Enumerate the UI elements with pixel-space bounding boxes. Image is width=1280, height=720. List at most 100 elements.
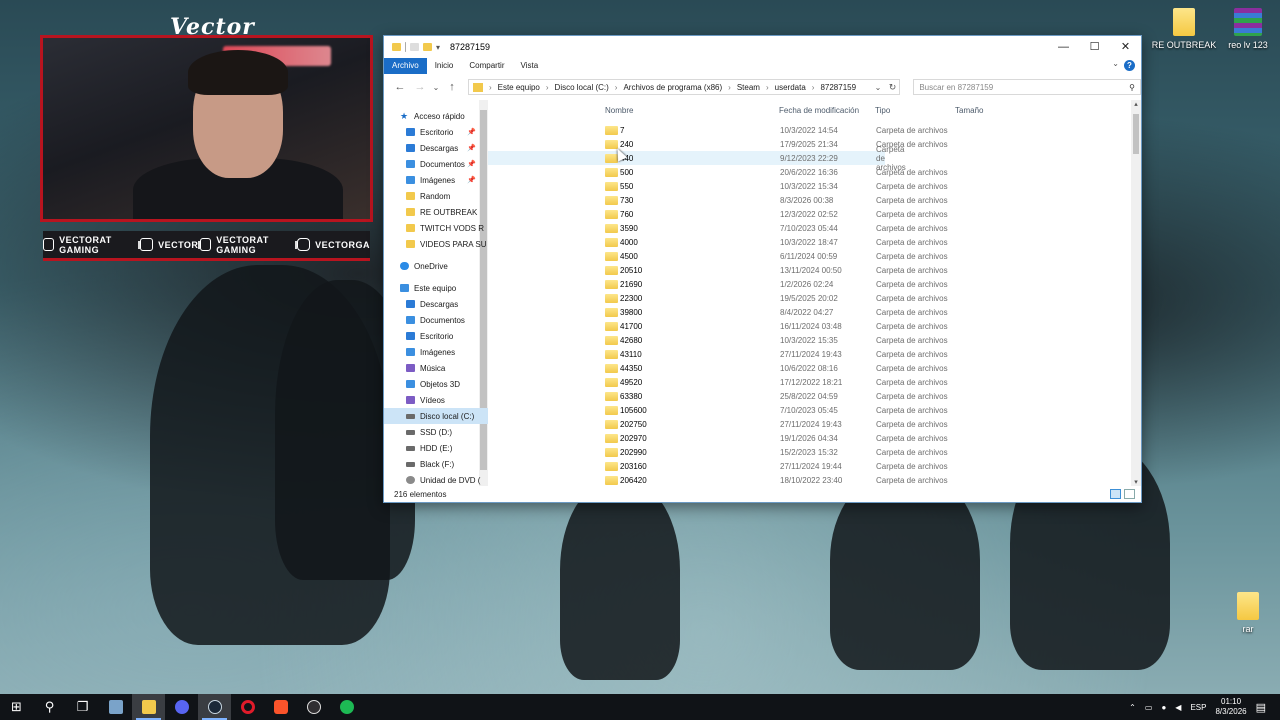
nav-item[interactable]: HDD (E:) <box>384 440 488 456</box>
table-row[interactable]: 43110 27/11/2024 19:43 Carpeta de archivos <box>488 347 1141 361</box>
scroll-down-icon[interactable]: ▾ <box>1131 478 1141 486</box>
table-row[interactable]: 4500 6/11/2024 00:59 Carpeta de archivos <box>488 249 1141 263</box>
task-view-icon[interactable]: ❐ <box>66 694 99 720</box>
start-icon[interactable]: ⊞ <box>0 694 33 720</box>
desktop-icon-re-outbreak[interactable]: RE OUTBREAK <box>1149 8 1219 50</box>
nav-item[interactable]: Disco local (C:) <box>384 408 488 424</box>
file-explorer-icon[interactable] <box>132 694 165 720</box>
obs-icon[interactable] <box>297 694 330 720</box>
nav-item[interactable]: Escritorio <box>384 328 488 344</box>
chevron-up-icon[interactable]: ⌃ <box>1129 703 1136 712</box>
forward-arrow-icon[interactable]: → <box>412 81 428 93</box>
table-row[interactable]: 44350 10/6/2022 08:16 Carpeta de archivos <box>488 361 1141 375</box>
breadcrumb-disco-local[interactable]: Disco local (C:) <box>555 83 609 92</box>
notifications-icon[interactable]: ▤ <box>1256 701 1266 714</box>
details-view-icon[interactable] <box>1110 489 1121 499</box>
language-indicator[interactable]: ESP <box>1190 703 1206 712</box>
clock[interactable]: 01:10 8/3/2026 <box>1215 697 1246 717</box>
spotify-icon[interactable] <box>330 694 363 720</box>
nav-item[interactable]: Black (F:) <box>384 456 488 472</box>
table-row[interactable]: 63380 25/8/2022 04:59 Carpeta de archivos <box>488 389 1141 403</box>
tab-vista[interactable]: Vista <box>513 58 547 74</box>
nav-item[interactable]: Descargas 📌 <box>384 140 488 156</box>
column-header-tipo[interactable]: Tipo <box>875 106 890 115</box>
table-row[interactable]: 500 20/6/2022 16:36 Carpeta de archivos <box>488 165 1141 179</box>
nav-item[interactable]: TWITCH VODS R <box>384 220 488 236</box>
new-folder-icon[interactable] <box>423 43 432 51</box>
table-row[interactable]: 240 17/9/2025 21:34 Carpeta de archivos <box>488 137 1141 151</box>
speaker-icon[interactable]: ◀ <box>1175 703 1181 712</box>
steam-icon[interactable] <box>198 694 231 720</box>
tab-inicio[interactable]: Inicio <box>427 58 462 74</box>
table-row[interactable]: 440 9/12/2023 22:29 Carpeta de archivos <box>488 145 906 172</box>
table-row[interactable]: 730 8/3/2026 00:38 Carpeta de archivos <box>488 193 1141 207</box>
desktop-icon-rar[interactable]: rar <box>1213 592 1280 634</box>
tab-compartir[interactable]: Compartir <box>461 58 512 74</box>
column-header-fecha[interactable]: Fecha de modificación <box>779 106 859 115</box>
table-row[interactable]: 41700 16/11/2024 03:48 Carpeta de archivos <box>488 319 1141 333</box>
discord-icon[interactable] <box>165 694 198 720</box>
table-row[interactable]: 550 10/3/2022 15:34 Carpeta de archivos <box>488 179 1141 193</box>
nav-item[interactable]: Este equipo <box>384 280 488 296</box>
nav-item[interactable]: Imágenes <box>384 344 488 360</box>
nav-item[interactable]: Escritorio 📌 <box>384 124 488 140</box>
desktop-icon-reo-lv-123[interactable]: reo lv 123 <box>1213 8 1280 50</box>
large-icons-view-icon[interactable] <box>1124 489 1135 499</box>
file-scrollbar[interactable]: ▴ ▾ <box>1131 100 1141 486</box>
search-icon[interactable]: ⚲ <box>33 694 66 720</box>
table-row[interactable]: 202990 15/2/2023 15:32 Carpeta de archivos <box>488 445 1141 459</box>
back-arrow-icon[interactable]: ← <box>392 81 408 93</box>
computer-icon[interactable] <box>99 694 132 720</box>
nav-item[interactable]: Documentos <box>384 312 488 328</box>
microphone-icon[interactable]: ● <box>1161 703 1166 712</box>
maximize-button[interactable]: ☐ <box>1079 36 1110 58</box>
breadcrumb-87287159[interactable]: 87287159 <box>820 83 856 92</box>
nav-item[interactable]: ★ Acceso rápido <box>384 108 488 124</box>
table-row[interactable]: 760 12/3/2022 02:52 Carpeta de archivos <box>488 207 1141 221</box>
column-header-tamano[interactable]: Tamaño <box>955 106 983 115</box>
table-row[interactable]: 7 10/3/2022 14:54 Carpeta de archivos <box>488 123 1141 137</box>
table-row[interactable]: 22300 19/5/2025 20:02 Carpeta de archivos <box>488 291 1141 305</box>
table-row[interactable]: 4000 10/3/2022 18:47 Carpeta de archivos <box>488 235 1141 249</box>
nav-item[interactable]: OneDrive <box>384 258 488 274</box>
file-scroll-thumb[interactable] <box>1133 114 1139 154</box>
breadcrumb-este-equipo[interactable]: Este equipo <box>498 83 540 92</box>
nav-item[interactable]: VIDEOS PARA SU <box>384 236 488 252</box>
scroll-up-icon[interactable]: ▴ <box>1131 100 1141 108</box>
expand-ribbon-icon[interactable]: ⌄ <box>1112 59 1119 68</box>
minimize-button[interactable]: — <box>1048 36 1079 58</box>
breadcrumb-steam[interactable]: Steam <box>737 83 760 92</box>
table-row[interactable]: 202750 27/11/2024 19:43 Carpeta de archivo… <box>488 417 1141 431</box>
table-row[interactable]: 206420 18/10/2022 23:40 Carpeta de archivo… <box>488 473 1141 486</box>
nav-item[interactable]: Random <box>384 188 488 204</box>
address-bar[interactable]: › Este equipo › Disco local (C:) › Archi… <box>467 79 901 95</box>
table-row[interactable]: 105600 7/10/2023 05:45 Carpeta de archivos <box>488 403 1141 417</box>
nav-item[interactable]: Música <box>384 360 488 376</box>
close-button[interactable]: ✕ <box>1110 36 1141 58</box>
column-header-nombre[interactable]: Nombre <box>605 106 633 115</box>
table-row[interactable]: 49520 17/12/2022 18:21 Carpeta de archivos <box>488 375 1141 389</box>
nav-item[interactable]: Imágenes 📌 <box>384 172 488 188</box>
table-row[interactable]: 202970 19/1/2026 04:34 Carpeta de archivos <box>488 431 1141 445</box>
nav-item[interactable]: Objetos 3D <box>384 376 488 392</box>
nav-item[interactable]: Descargas <box>384 296 488 312</box>
table-row[interactable]: 21690 1/2/2026 02:24 Carpeta de archivos <box>488 277 1141 291</box>
properties-icon[interactable] <box>410 43 419 51</box>
table-row[interactable]: 203160 27/11/2024 19:44 Carpeta de archivo… <box>488 459 1141 473</box>
recent-locations-icon[interactable]: ⌄ <box>432 83 440 92</box>
nav-item[interactable]: SSD (D:) <box>384 424 488 440</box>
up-arrow-icon[interactable]: ↑ <box>444 81 460 93</box>
table-row[interactable]: 42680 10/3/2022 15:35 Carpeta de archivos <box>488 333 1141 347</box>
opera-icon[interactable] <box>231 694 264 720</box>
help-icon[interactable]: ? <box>1124 60 1135 71</box>
address-dropdown-icon[interactable]: ⌄ <box>875 83 882 92</box>
nav-item[interactable]: Documentos 📌 <box>384 156 488 172</box>
customize-arrow-icon[interactable]: ▾ <box>436 43 440 52</box>
search-input[interactable]: Buscar en 87287159 ⚲ <box>913 79 1142 95</box>
breadcrumb-userdata[interactable]: userdata <box>775 83 806 92</box>
brave-icon[interactable] <box>264 694 297 720</box>
breadcrumb-archivos-de-programa[interactable]: Archivos de programa (x86) <box>623 83 722 92</box>
table-row[interactable]: 3590 7/10/2023 05:44 Carpeta de archivos <box>488 221 1141 235</box>
refresh-icon[interactable]: ↻ <box>889 82 897 93</box>
table-row[interactable]: 20510 13/11/2024 00:50 Carpeta de archivos <box>488 263 1141 277</box>
